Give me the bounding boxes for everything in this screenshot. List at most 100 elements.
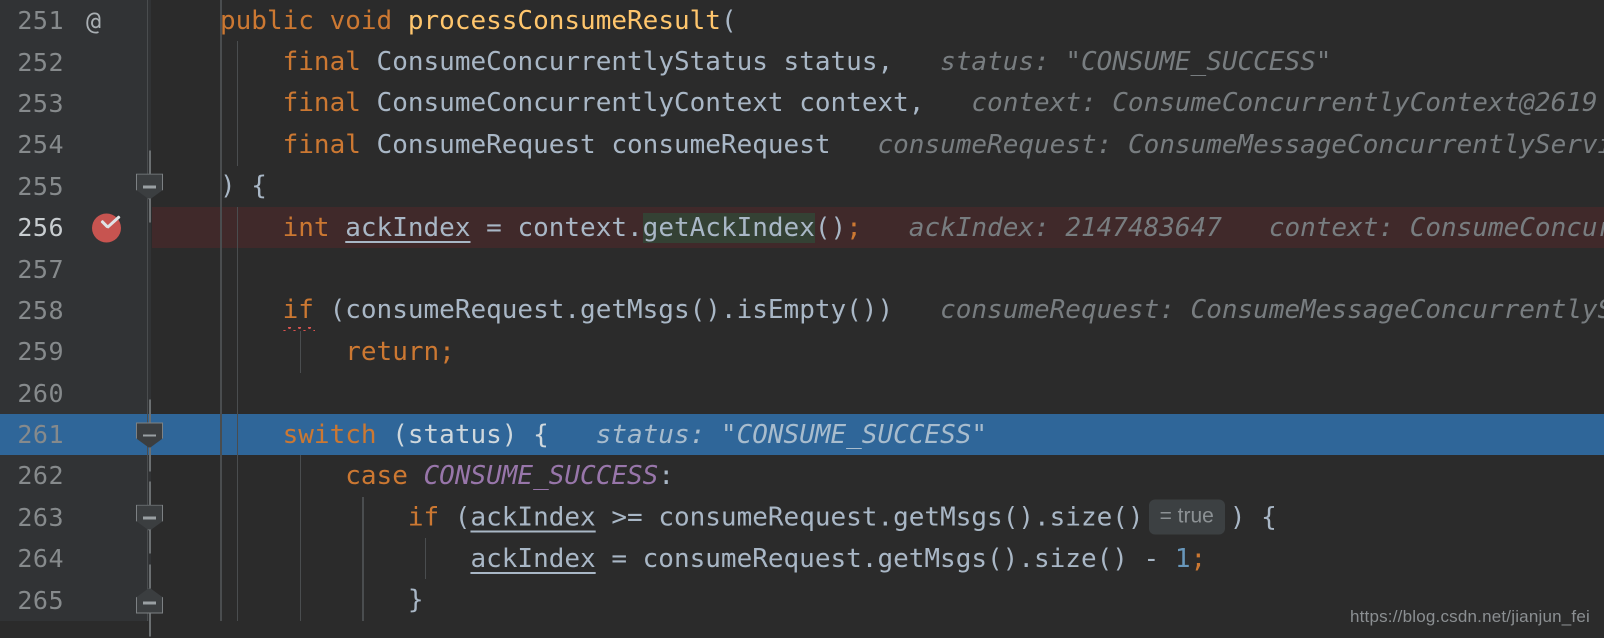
code-content[interactable] <box>152 372 1604 414</box>
code-line-row[interactable]: 260 <box>0 372 1604 415</box>
line-number[interactable]: 254 <box>12 130 64 159</box>
code-text[interactable]: final ConsumeConcurrentlyContext context… <box>220 88 1598 118</box>
code-line-row[interactable]: 261 switch (status) { status: "CONSUME_S… <box>0 399 1604 472</box>
code-content[interactable]: final ConsumeConcurrentlyContext context… <box>152 82 1604 125</box>
line-number[interactable]: 258 <box>12 296 64 325</box>
gutter-code-separator <box>220 165 222 207</box>
code-fold-down-icon[interactable] <box>136 481 163 554</box>
line-number[interactable]: 262 <box>12 461 64 490</box>
code-token: ( <box>720 5 737 36</box>
code-line-row[interactable]: 252 final ConsumeConcurrentlyStatus stat… <box>0 41 1604 84</box>
code-text[interactable]: ) { <box>220 171 267 201</box>
indent-guide <box>362 538 364 580</box>
code-token: final <box>282 47 361 78</box>
line-number[interactable]: 257 <box>12 255 64 284</box>
code-content[interactable]: public void processConsumeResult( <box>152 0 1604 42</box>
line-number[interactable]: 252 <box>12 48 64 77</box>
annotation-marker-icon[interactable]: @ <box>86 8 101 33</box>
line-number[interactable]: 251 <box>12 6 64 35</box>
gutter[interactable]: 254 <box>0 124 152 166</box>
line-number[interactable]: 263 <box>12 503 64 532</box>
line-number[interactable]: 265 <box>12 586 64 615</box>
code-line-row[interactable]: 257 <box>0 248 1604 291</box>
code-token: "CONSUME_SUCCESS" <box>1065 47 1332 78</box>
code-line-row[interactable]: 254 final ConsumeRequest consumeRequest … <box>0 124 1604 166</box>
gutter[interactable]: 263 <box>0 481 163 554</box>
code-token: int <box>282 212 330 243</box>
code-content[interactable]: case CONSUME_SUCCESS: <box>152 455 1604 497</box>
code-line-row[interactable]: 256 int ackIndex = context.getAckIndex()… <box>0 206 1604 249</box>
code-content[interactable]: final ConsumeRequest consumeRequest cons… <box>152 124 1604 166</box>
gutter[interactable]: 264 <box>0 538 152 580</box>
code-line-row[interactable]: 262 case CONSUME_SUCCESS: <box>0 455 1604 498</box>
line-background <box>152 373 1604 414</box>
code-text[interactable]: switch (status) { status: "CONSUME_SUCCE… <box>220 420 987 450</box>
line-number[interactable]: 260 <box>12 379 64 408</box>
code-line-row[interactable]: 263 if (ackIndex >= consumeRequest.getMs… <box>0 481 1604 554</box>
gutter[interactable]: 265 <box>0 564 163 637</box>
code-content[interactable]: int ackIndex = context.getAckIndex(); ac… <box>152 206 1604 249</box>
code-line-row[interactable]: 259 return; <box>0 331 1604 373</box>
code-token: status: <box>893 47 1066 78</box>
code-text[interactable]: if (consumeRequest.getMsgs().isEmpty()) … <box>220 295 1604 325</box>
code-line-row[interactable]: 251 @ public void processConsumeResult( <box>0 0 1604 42</box>
gutter[interactable]: 256 <box>0 206 152 249</box>
code-token: ConsumeConcurrentlyContext context, <box>360 88 925 119</box>
code-token: status: <box>548 419 721 450</box>
code-fold-down-icon[interactable] <box>136 150 163 223</box>
line-number[interactable]: 256 <box>12 213 64 242</box>
gutter[interactable]: 261 <box>0 399 163 472</box>
code-editor[interactable]: 251 @ public void processConsumeResult( 252… <box>0 0 1604 638</box>
code-token: (status) { <box>376 419 549 450</box>
code-content[interactable]: ) { <box>152 165 1604 207</box>
code-content[interactable]: if (ackIndex >= consumeRequest.getMsgs()… <box>152 496 1604 539</box>
code-text[interactable]: int ackIndex = context.getAckIndex(); ac… <box>220 212 1604 243</box>
code-content[interactable] <box>152 248 1604 290</box>
code-fold-down-icon[interactable] <box>136 399 163 472</box>
fold-minus-icon <box>143 185 156 189</box>
gutter[interactable]: 257 <box>0 248 152 291</box>
indent-guide <box>237 496 239 539</box>
code-content[interactable]: return; <box>152 331 1604 373</box>
line-number[interactable]: 259 <box>12 337 64 366</box>
indent-guide <box>237 82 239 125</box>
code-content[interactable]: if (consumeRequest.getMsgs().isEmpty()) … <box>152 289 1604 332</box>
code-line-row[interactable]: 253 final ConsumeConcurrentlyContext con… <box>0 82 1604 125</box>
code-text[interactable]: } <box>220 585 424 615</box>
code-text[interactable]: final ConsumeRequest consumeRequest cons… <box>220 130 1604 160</box>
line-number[interactable]: 261 <box>12 420 64 449</box>
gutter-code-separator <box>220 289 222 332</box>
code-text[interactable]: final ConsumeConcurrentlyStatus status, … <box>220 47 1332 78</box>
code-token: ; <box>439 336 455 367</box>
code-text[interactable]: return; <box>220 337 455 367</box>
breakpoint-verified-icon[interactable] <box>92 213 121 243</box>
gutter[interactable]: 253 <box>0 82 152 125</box>
gutter[interactable]: 251 @ <box>0 0 152 42</box>
indent-guide <box>237 413 239 456</box>
code-token: "CONSUME_SUCCESS" <box>720 419 988 450</box>
code-content[interactable]: ackIndex = consumeRequest.getMsgs().size… <box>152 538 1604 580</box>
gutter[interactable]: 260 <box>0 372 152 415</box>
code-text[interactable]: public void processConsumeResult( <box>220 6 737 36</box>
gutter[interactable]: 262 <box>0 455 152 498</box>
code-content[interactable]: switch (status) { status: "CONSUME_SUCCE… <box>152 413 1604 456</box>
code-text[interactable]: case CONSUME_SUCCESS: <box>220 461 674 491</box>
code-line-row[interactable]: 255 ) { <box>0 150 1604 223</box>
gutter[interactable]: 258 <box>0 289 152 332</box>
code-text[interactable]: ackIndex = consumeRequest.getMsgs().size… <box>220 544 1206 574</box>
code-text[interactable]: if (ackIndex >= consumeRequest.getMsgs()… <box>220 499 1277 535</box>
line-number[interactable]: 264 <box>12 544 64 573</box>
code-fold-up-icon[interactable] <box>136 564 163 637</box>
code-line-row[interactable]: 258 if (consumeRequest.getMsgs().isEmpty… <box>0 289 1604 332</box>
gutter[interactable]: 252 <box>0 41 152 84</box>
code-content[interactable]: final ConsumeConcurrentlyStatus status, … <box>152 41 1604 83</box>
gutter[interactable]: 259 <box>0 331 152 373</box>
gutter[interactable]: 255 <box>0 150 163 223</box>
gutter-code-separator <box>220 455 222 497</box>
indent-guide <box>237 538 239 580</box>
line-number[interactable]: 253 <box>12 89 64 118</box>
line-number[interactable]: 255 <box>12 172 64 201</box>
code-line-row[interactable]: 264 ackIndex = consumeRequest.getMsgs().… <box>0 538 1604 580</box>
